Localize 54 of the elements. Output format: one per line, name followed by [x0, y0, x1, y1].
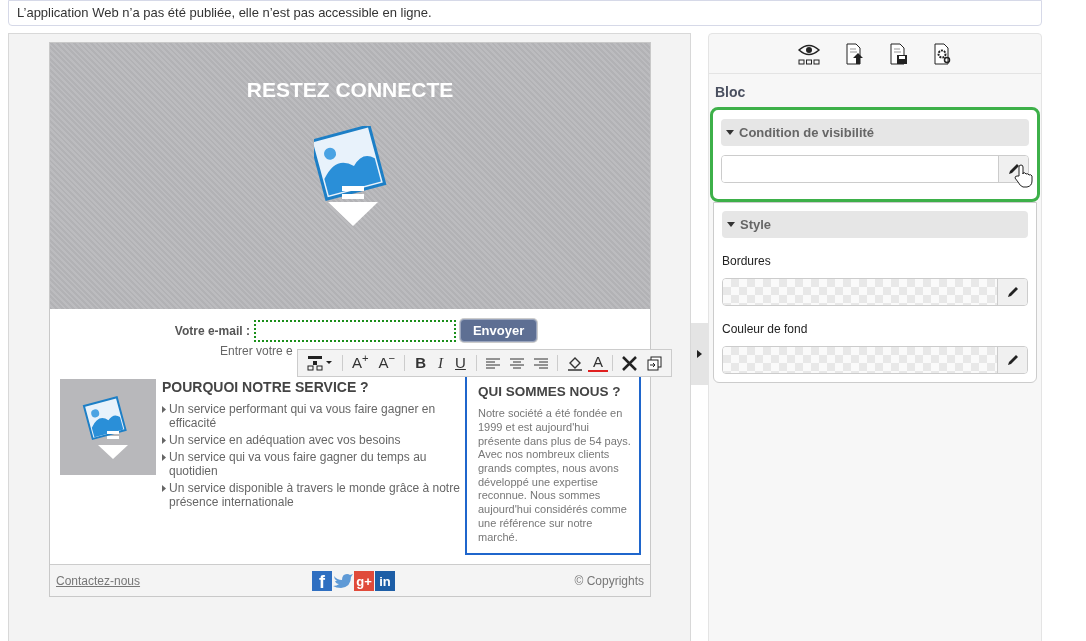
field-label: Bordures	[722, 253, 772, 270]
about-paragraph: Notre société a été fondée en 1999 et est aujourd'hui présente dans plus de 54 pays. Avec nos nombreux clients grands comptes, nous avons développé une expertise reconnue. Nous sommes aujourd'hui considérés comme une référence sur notre marché.	[478, 407, 632, 545]
save-button[interactable]	[890, 42, 908, 65]
submit-button[interactable]: Envoyer	[459, 319, 538, 342]
eye-icon	[798, 42, 820, 65]
caret-down-icon	[726, 130, 734, 135]
bold-button[interactable]: B	[409, 351, 433, 375]
copy-icon	[646, 355, 662, 371]
document-gear-icon	[934, 42, 952, 65]
twitter-icon[interactable]	[333, 571, 353, 591]
feature-text: Un service disponible à travers le monde grâce à notre présence internationale	[169, 481, 461, 509]
feature-text: Un service performant qui va vous faire gagner en efficacité	[169, 402, 437, 430]
bullet-icon	[162, 406, 166, 413]
caret-down-icon	[727, 222, 735, 227]
feature-text: Un service en adéquation avec vos besoins	[169, 433, 401, 447]
contact-link[interactable]: Contactez-nous	[56, 571, 141, 590]
document-upload-icon	[846, 42, 864, 65]
text-color-button[interactable]: A	[587, 354, 608, 372]
image-placeholder-icon	[60, 379, 156, 475]
italic-button[interactable]: I	[432, 351, 450, 375]
document-save-icon	[890, 42, 908, 65]
feature-text: Un service qui va vous faire gagner du temps au quotidien	[169, 450, 428, 478]
close-icon	[621, 355, 637, 371]
bullet-icon	[162, 437, 166, 444]
section-heading: POURQUOI NOTRE SERVICE ?	[162, 379, 370, 395]
panel-toggle[interactable]	[691, 323, 708, 385]
insert-block-icon	[307, 355, 333, 371]
bullet-icon	[162, 454, 166, 461]
googleplus-icon[interactable]: g+	[354, 571, 374, 591]
caret-icon	[697, 350, 702, 358]
field-label: Couleur de fond	[722, 321, 809, 338]
underline-button[interactable]: U	[449, 351, 472, 375]
preview-button[interactable]	[798, 42, 820, 65]
align-center-icon	[509, 357, 524, 369]
section-heading: QUI SOMMES NOUS ?	[478, 383, 622, 401]
notice-banner: L’application Web n’a pas été publiée, elle n’est pas accessible en ligne.	[8, 0, 1042, 26]
font-size-button[interactable]: A$^{+}$	[347, 351, 374, 375]
bullet-icon	[162, 485, 166, 492]
align-right-icon	[533, 357, 548, 369]
align-left-icon	[485, 357, 500, 369]
font-size-button[interactable]: A$^{−}$	[373, 351, 401, 375]
hero-title: RESTEZ CONNECTE	[246, 77, 454, 103]
settings-button[interactable]	[934, 42, 952, 65]
copyright-text: © Copyrights	[574, 572, 644, 590]
hint-text: Entrer votre e	[220, 344, 293, 358]
section-header[interactable]: Condition de visibilité	[721, 119, 1029, 146]
publish-button[interactable]	[846, 42, 864, 65]
linkedin-icon[interactable]: in	[375, 571, 395, 591]
facebook-icon[interactable]: f	[312, 571, 332, 591]
email-label: Votre e-mail :	[174, 322, 250, 340]
paint-bucket-icon	[566, 355, 583, 371]
panel-title: Bloc	[714, 83, 747, 102]
section-header[interactable]: Style	[722, 211, 1028, 238]
email-field[interactable]	[253, 319, 456, 342]
